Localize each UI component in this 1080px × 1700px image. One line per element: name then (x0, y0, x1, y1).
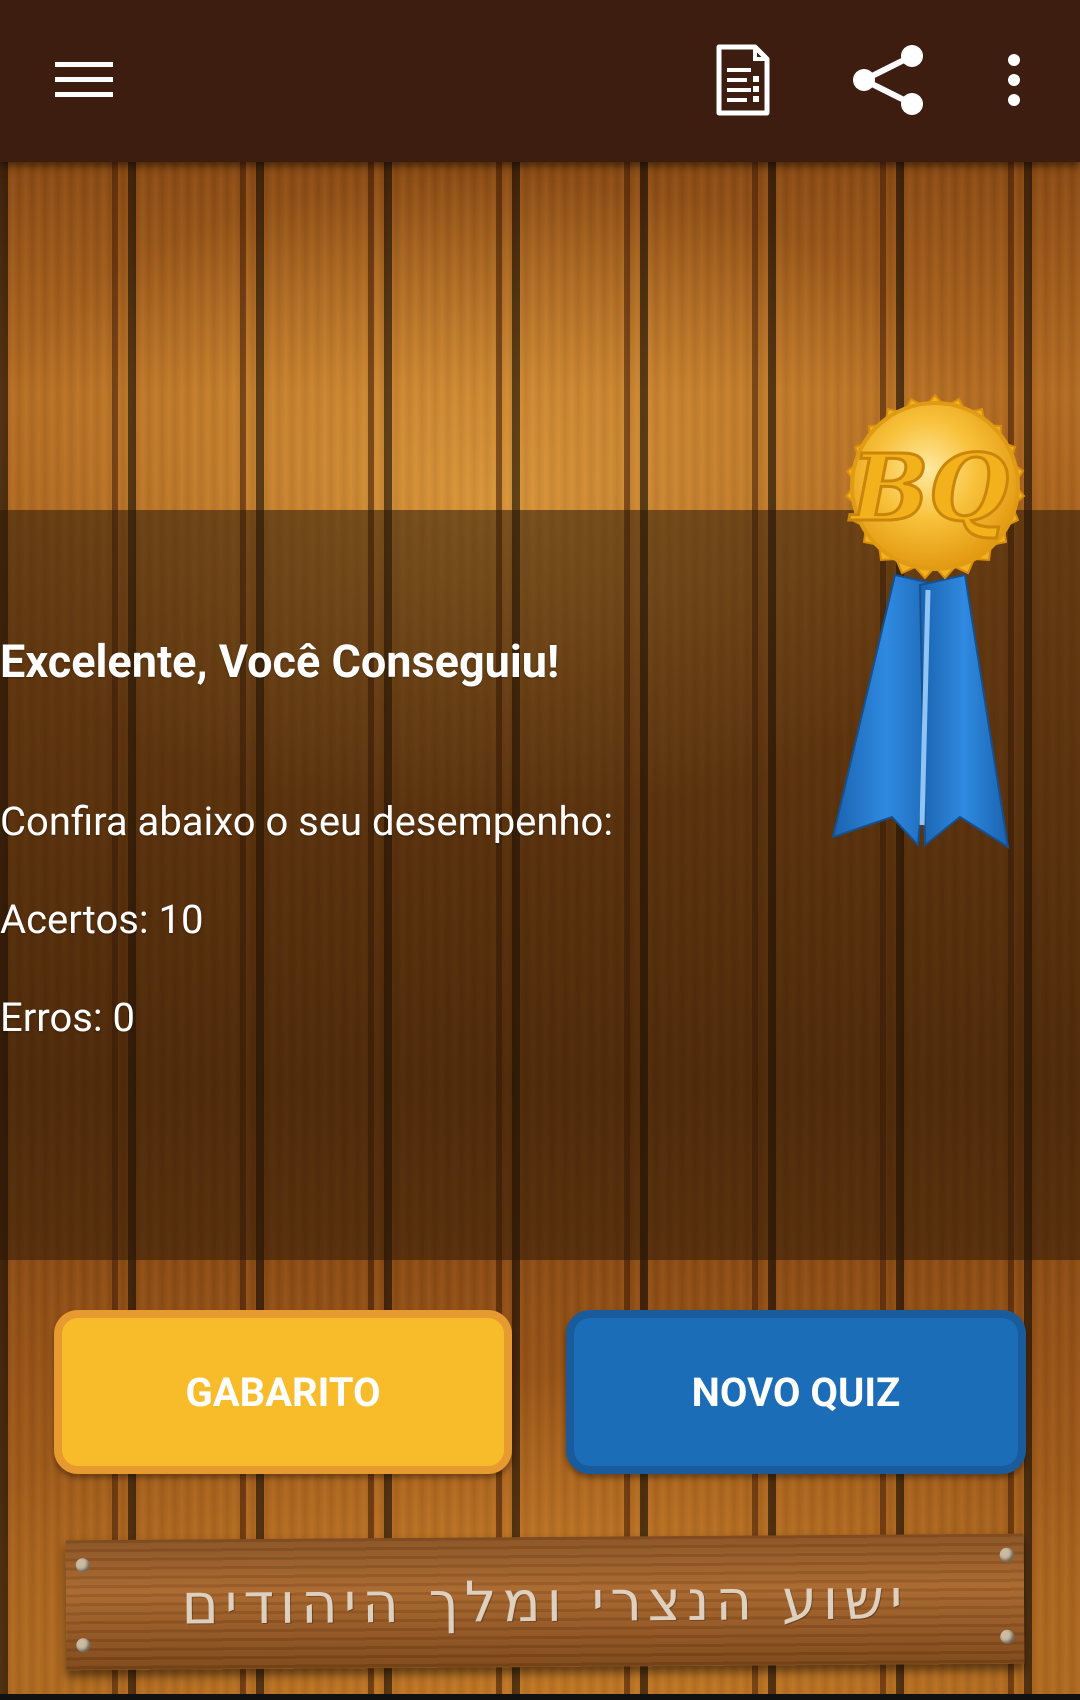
gabarito-button[interactable]: GABARITO (54, 1310, 512, 1474)
answer-sheet-button[interactable] (693, 30, 793, 130)
medal-label: BQ (848, 434, 1009, 542)
more-vertical-icon (1008, 54, 1020, 106)
share-icon (853, 45, 923, 115)
sign-inscription: ישוע הנצרי ומלך היהודים (181, 1566, 909, 1638)
performance-subtitle: Confira abaixo o seu desempenho: (0, 798, 614, 845)
hamburger-menu-icon (55, 62, 113, 97)
error-count: Erros: 0 (0, 994, 135, 1041)
novo-quiz-button[interactable]: NOVO QUIZ (566, 1310, 1026, 1474)
correct-count: Acertos: 10 (0, 896, 204, 943)
answer-sheet-icon (716, 44, 770, 116)
nail-icon (1000, 1629, 1015, 1644)
share-button[interactable] (838, 30, 938, 130)
nail-icon (76, 1638, 91, 1653)
menu-button[interactable] (34, 30, 134, 130)
bottom-edge (0, 1694, 1080, 1700)
wooden-sign: ישוע הנצרי ומלך היהודים (65, 1533, 1025, 1671)
nail-icon (75, 1558, 90, 1573)
nail-icon (999, 1547, 1014, 1562)
result-title: Excelente, Você Conseguiu! (0, 635, 560, 688)
medal-icon: BQ (831, 393, 1026, 850)
overflow-menu-button[interactable] (964, 30, 1064, 130)
app-bar (0, 0, 1080, 162)
